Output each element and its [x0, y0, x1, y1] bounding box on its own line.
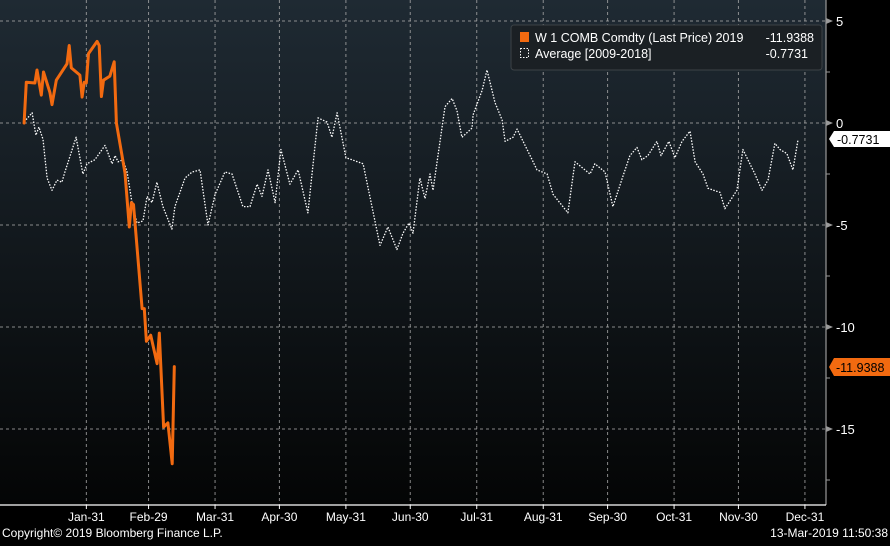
y-tick-label: -5	[836, 218, 848, 233]
legend-label-last-price: W 1 COMB Comdty (Last Price) 2019	[535, 31, 743, 45]
x-tick-label: Dec-31	[786, 510, 825, 524]
x-tick-label: Aug-31	[524, 510, 563, 524]
chart: 5 0 -5 -10 -15 Jan-31 Feb-29 Mar-31 Apr-30 May-3…	[0, 0, 890, 541]
x-tick-label: May-31	[326, 510, 366, 524]
y-tick-label: 5	[836, 14, 843, 29]
x-tick-label: Apr-30	[261, 510, 297, 524]
y-tick-label: -10	[836, 320, 855, 335]
flag-last-price: -11.9388	[829, 358, 890, 376]
legend-label-average: Average [2009-2018]	[535, 47, 652, 61]
flag-average: -0.7731	[829, 131, 890, 147]
x-tick-label: Jan-31	[68, 510, 105, 524]
copyright-text: Copyright© 2019 Bloomberg Finance L.P.	[2, 526, 223, 540]
flag-last-price-value: -11.9388	[836, 361, 884, 375]
x-tick-label: Nov-30	[719, 510, 758, 524]
timestamp-text: 13-Mar-2019 11:50:38	[770, 526, 888, 540]
y-tick-label: -15	[836, 422, 855, 437]
flag-average-value: -0.7731	[837, 133, 879, 147]
x-tick-label: Sep-30	[588, 510, 627, 524]
x-tick-label: Jul-31	[460, 510, 493, 524]
x-tick-label: Jun-30	[392, 510, 429, 524]
legend-swatch-last-price	[520, 32, 529, 42]
legend: W 1 COMB Comdty (Last Price) 2019 -11.93…	[510, 24, 823, 71]
x-tick-label: Mar-31	[196, 510, 234, 524]
x-tick-label: Oct-31	[656, 510, 692, 524]
y-tick-label: 0	[836, 116, 843, 131]
legend-value-average: -0.7731	[766, 47, 808, 61]
x-tick-label: Feb-29	[130, 510, 168, 524]
legend-value-last-price: -11.9388	[766, 31, 814, 45]
